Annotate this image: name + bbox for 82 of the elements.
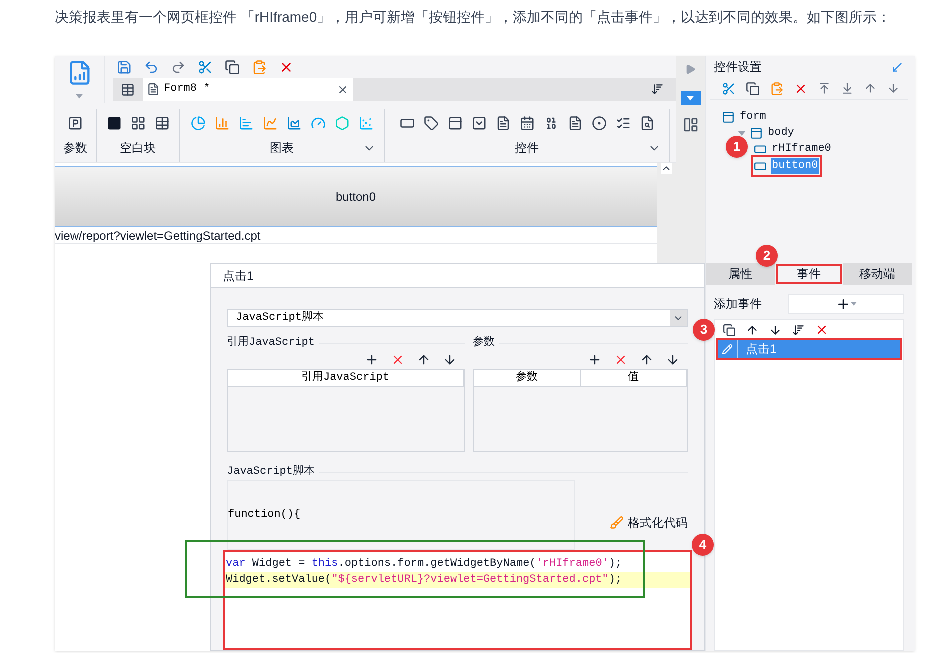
function-header: function(){ xyxy=(228,508,301,523)
sort-icon[interactable] xyxy=(792,324,805,336)
cut-icon[interactable] xyxy=(198,60,213,74)
layout-icon[interactable] xyxy=(682,117,698,133)
widget-node-icon[interactable] xyxy=(750,126,763,140)
tree-item[interactable]: body xyxy=(767,124,796,142)
parameter-icon[interactable] xyxy=(68,116,83,130)
column-header[interactable]: 参数 xyxy=(474,370,580,386)
text-area-icon[interactable] xyxy=(568,116,582,130)
label-widget-icon[interactable] xyxy=(424,116,438,130)
delete-icon[interactable] xyxy=(614,353,628,367)
move-down-icon[interactable] xyxy=(666,353,680,367)
column-header[interactable]: 引用JavaScript xyxy=(228,370,464,386)
date-widget-icon[interactable] xyxy=(520,116,534,130)
tree-item[interactable]: rHIframe0 xyxy=(771,140,832,158)
widget-node-icon[interactable] xyxy=(754,142,767,156)
section-label: 参数 xyxy=(473,335,495,351)
panel-tab[interactable]: 移动端 xyxy=(843,263,912,285)
block-icon[interactable] xyxy=(106,116,122,130)
scroll-up-icon[interactable] xyxy=(661,163,672,174)
highlight-frame xyxy=(751,154,822,178)
widget-node-icon[interactable] xyxy=(754,160,767,172)
caret-icon xyxy=(850,302,856,306)
move-top-icon[interactable] xyxy=(818,82,831,95)
widget-node-icon[interactable] xyxy=(722,110,735,124)
group-label: 参数 xyxy=(64,140,88,157)
move-down-icon[interactable] xyxy=(769,324,782,336)
add-icon[interactable] xyxy=(365,353,379,367)
dropdown-toggle[interactable] xyxy=(680,91,700,105)
format-code-button[interactable]: 格式化代码 xyxy=(610,514,688,532)
select-value: JavaScript脚本 xyxy=(235,310,326,326)
group-label: 空白块 xyxy=(120,140,156,157)
area-chart-icon[interactable] xyxy=(286,116,302,130)
undo-icon[interactable] xyxy=(144,60,159,74)
cut-icon[interactable] xyxy=(722,82,736,96)
save-icon[interactable] xyxy=(117,60,132,74)
tab-label: Form8 * xyxy=(164,82,212,98)
form-icon xyxy=(147,83,160,96)
delete-icon[interactable] xyxy=(815,323,829,337)
arrow-icon[interactable] xyxy=(891,60,904,74)
code-line: var Widget = this.options.form.getWidgetByName('rHIframe0'); xyxy=(225,557,624,572)
dropdown-widget-icon[interactable] xyxy=(472,116,486,130)
copy-icon[interactable] xyxy=(723,324,736,336)
column-header[interactable]: 值 xyxy=(580,370,687,386)
section-label: 引用JavaScript xyxy=(227,335,316,351)
move-up-icon[interactable] xyxy=(417,353,431,367)
redo-icon[interactable] xyxy=(171,60,186,74)
text-field-icon[interactable] xyxy=(448,116,462,130)
scrollbar[interactable] xyxy=(657,163,676,263)
delete-icon[interactable] xyxy=(391,353,405,367)
panel-tab[interactable]: 事件 xyxy=(774,263,844,285)
panel-title: 控件设置 xyxy=(714,59,763,76)
add-event-label: 添加事件 xyxy=(714,296,763,313)
script-type-select[interactable]: JavaScript脚本 xyxy=(227,309,688,327)
intro-paragraph: 决策报表里有一个网页框控件 「rHIframe0」，用户可新增「按钮控件」，添加不同的「点击事件」，以达到不同的效果。如下图所示： xyxy=(54,8,892,27)
move-down-icon[interactable] xyxy=(443,353,457,367)
close-icon[interactable] xyxy=(337,84,349,96)
highlight-frame xyxy=(776,264,842,284)
brush-icon xyxy=(610,516,624,530)
url-text: view/report?viewlet=GettingStarted.cpt xyxy=(55,227,657,244)
document-tab[interactable]: Form8 * xyxy=(143,78,353,101)
section-label: JavaScript脚本 xyxy=(227,464,316,480)
group-label: 图表 xyxy=(270,140,294,157)
tree-item[interactable]: form xyxy=(739,108,768,126)
move-up-icon[interactable] xyxy=(640,353,654,367)
copy-icon[interactable] xyxy=(225,60,240,74)
move-up-icon[interactable] xyxy=(746,324,759,336)
add-icon xyxy=(836,296,850,312)
move-bottom-icon[interactable] xyxy=(841,82,854,95)
copy-icon[interactable] xyxy=(746,82,760,96)
split-block-icon[interactable] xyxy=(130,116,146,130)
radio-group-icon[interactable] xyxy=(592,116,606,130)
caret-icon xyxy=(687,96,694,100)
canvas-button[interactable]: button0 xyxy=(55,166,657,227)
checkbox-group-icon[interactable] xyxy=(616,116,630,130)
code-editor[interactable]: var Widget = this.options.form.getWidgetByName('rHIframe0'); Widget.setValue("${servletURL}?viewlet=GettingStarted.cpt"); xyxy=(223,550,692,650)
dialog-title: 点击1 xyxy=(223,268,254,284)
add-icon[interactable] xyxy=(588,353,602,367)
table-block-icon[interactable] xyxy=(154,116,170,130)
preview-icon[interactable] xyxy=(640,116,654,130)
edit-icon xyxy=(722,344,733,354)
group-label: 控件 xyxy=(515,140,539,157)
